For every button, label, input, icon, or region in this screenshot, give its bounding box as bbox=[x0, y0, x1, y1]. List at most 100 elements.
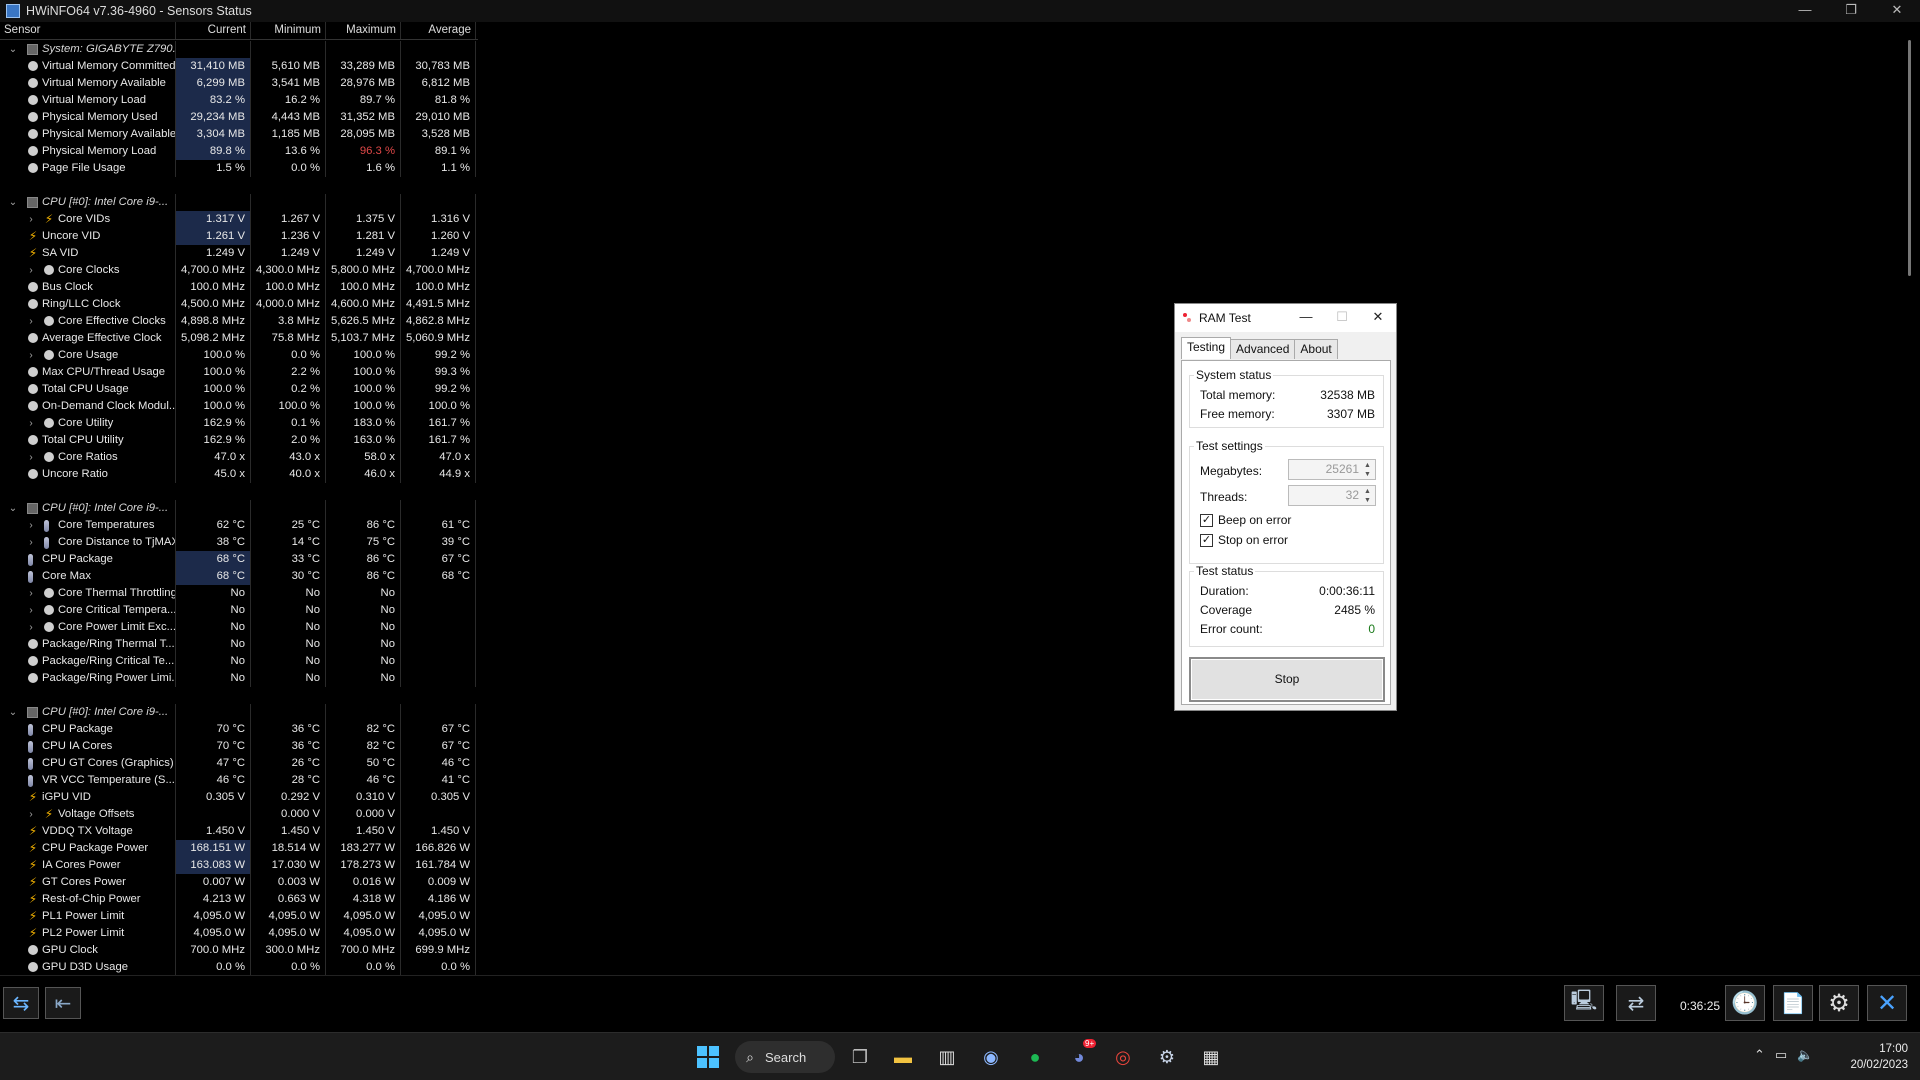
add-report-icon[interactable]: 📄 bbox=[1773, 985, 1813, 1021]
table-row[interactable]: › ⚡ Voltage Offsets 0.000 V 0.000 V bbox=[0, 806, 478, 823]
spinner-arrows-icon[interactable]: ▲ ▼ bbox=[1362, 487, 1373, 505]
start-windows-icon[interactable] bbox=[694, 1043, 722, 1071]
tab-testing[interactable]: Testing bbox=[1181, 337, 1232, 359]
chevron-right-icon[interactable]: › bbox=[26, 806, 36, 823]
hwinfo-taskbar-icon[interactable]: ▥ bbox=[933, 1043, 961, 1071]
table-row[interactable]: VR VCC Temperature (S... 46 °C 28 °C 46 °C 4… bbox=[0, 772, 478, 789]
table-row[interactable]: › Core Power Limit Exc... No No No bbox=[0, 619, 478, 636]
file-explorer-icon[interactable]: ▬ bbox=[889, 1043, 917, 1071]
chevron-down-icon[interactable]: ⌄ bbox=[8, 500, 18, 517]
close-button[interactable]: ✕ bbox=[1874, 0, 1920, 22]
table-row[interactable]: ⚡ Uncore VID 1.261 V 1.236 V 1.281 V 1.260 V bbox=[0, 228, 478, 245]
table-row[interactable]: ⚡ IA Cores Power 163.083 W 17.030 W 178.273 … bbox=[0, 857, 478, 874]
tab-about[interactable]: About bbox=[1294, 339, 1338, 359]
table-row[interactable]: ⚡ Rest-of-Chip Power 4.213 W 0.663 W 4.318 W… bbox=[0, 891, 478, 908]
table-row[interactable]: Physical Memory Used 29,234 MB 4,443 MB 31,… bbox=[0, 109, 478, 126]
table-row[interactable]: › Core Thermal Throttling No No No bbox=[0, 585, 478, 602]
table-row[interactable]: ⚡ CPU Package Power 168.151 W 18.514 W 183.2… bbox=[0, 840, 478, 857]
table-row[interactable]: On-Demand Clock Modul... 100.0 % 100.0 % 10… bbox=[0, 398, 478, 415]
table-row[interactable]: CPU GT Cores (Graphics) 47 °C 26 °C 50 °C 46… bbox=[0, 755, 478, 772]
table-row[interactable]: Bus Clock 100.0 MHz 100.0 MHz 100.0 MHz 100.… bbox=[0, 279, 478, 296]
table-row[interactable]: ⚡ SA VID 1.249 V 1.249 V 1.249 V 1.249 V bbox=[0, 245, 478, 262]
table-row[interactable]: Package/Ring Power Limi... No No No bbox=[0, 670, 478, 687]
sensors-table[interactable]: ⌄ System: GIGABYTE Z790... Virtual Memory … bbox=[0, 41, 478, 975]
table-row[interactable]: › Core Effective Clocks 4,898.8 MHz 3.8 MHz… bbox=[0, 313, 478, 330]
column-current[interactable]: Current bbox=[176, 22, 251, 39]
table-row[interactable]: Physical Memory Available 3,304 MB 1,185 M… bbox=[0, 126, 478, 143]
table-row[interactable]: › Core Temperatures 62 °C 25 °C 86 °C 61 °C bbox=[0, 517, 478, 534]
minimize-button[interactable]: — bbox=[1782, 0, 1828, 22]
chevron-right-icon[interactable]: › bbox=[26, 262, 36, 279]
sensor-group-header[interactable]: ⌄ CPU [#0]: Intel Core i9-... bbox=[0, 704, 478, 721]
table-row[interactable]: › Core Usage 100.0 % 0.0 % 100.0 % 99.2 % bbox=[0, 347, 478, 364]
table-row[interactable]: Core Max 68 °C 30 °C 86 °C 68 °C bbox=[0, 568, 478, 585]
network-icon[interactable]: ▭ bbox=[1775, 1047, 1787, 1063]
table-row[interactable]: GPU D3D Usage 0.0 % 0.0 % 0.0 % 0.0 % bbox=[0, 959, 478, 975]
taskbar-clock[interactable]: 17:00 20/02/2023 bbox=[1850, 1041, 1908, 1073]
table-row[interactable]: › Core Utility 162.9 % 0.1 % 183.0 % 161.7 % bbox=[0, 415, 478, 432]
discord-icon[interactable]: ◕ 9+ bbox=[1065, 1039, 1097, 1071]
table-row[interactable]: Virtual Memory Committed 31,410 MB 5,610 M… bbox=[0, 58, 478, 75]
arrows-left-right-icon[interactable]: ⇆ bbox=[3, 987, 39, 1019]
chevron-down-icon[interactable]: ⌄ bbox=[8, 704, 18, 721]
ramtest-taskbar-icon[interactable]: ▦ bbox=[1197, 1043, 1225, 1071]
megabytes-spinner[interactable]: 25261 ▲ ▼ bbox=[1288, 459, 1376, 480]
chevron-right-icon[interactable]: › bbox=[26, 415, 36, 432]
table-row[interactable]: Ring/LLC Clock 4,500.0 MHz 4,000.0 MHz 4,60… bbox=[0, 296, 478, 313]
table-row[interactable]: Package/Ring Thermal T... No No No bbox=[0, 636, 478, 653]
sensor-group-header[interactable]: ⌄ System: GIGABYTE Z790... bbox=[0, 41, 478, 58]
column-maximum[interactable]: Maximum bbox=[326, 22, 401, 39]
chevron-right-icon[interactable]: › bbox=[26, 449, 36, 466]
chevron-right-icon[interactable]: › bbox=[26, 585, 36, 602]
stop-on-error-checkbox[interactable]: ✓ Stop on error bbox=[1200, 533, 1288, 547]
spotify-icon[interactable]: ● bbox=[1021, 1043, 1049, 1071]
table-row[interactable]: Page File Usage 1.5 % 0.0 % 1.6 % 1.1 % bbox=[0, 160, 478, 177]
table-row[interactable]: Average Effective Clock 5,098.2 MHz 75.8 M… bbox=[0, 330, 478, 347]
taskbar-search[interactable]: ⌕ Search bbox=[735, 1041, 835, 1073]
computers-icon[interactable]: ⇄ bbox=[1616, 985, 1656, 1021]
chevron-right-icon[interactable]: › bbox=[26, 211, 36, 228]
table-row[interactable]: ⚡ VDDQ TX Voltage 1.450 V 1.450 V 1.450 V 1.4… bbox=[0, 823, 478, 840]
table-row[interactable]: ⚡ iGPU VID 0.305 V 0.292 V 0.310 V 0.305 V bbox=[0, 789, 478, 806]
chevron-right-icon[interactable]: › bbox=[26, 347, 36, 364]
volume-icon[interactable]: 🔈 bbox=[1797, 1047, 1813, 1063]
network-pc-icon[interactable]: 🖳 bbox=[1564, 985, 1604, 1021]
sensor-group-header[interactable]: ⌄ CPU [#0]: Intel Core i9-... bbox=[0, 500, 478, 517]
table-row[interactable]: › ⚡ Core VIDs 1.317 V 1.267 V 1.375 V 1.316 V bbox=[0, 211, 478, 228]
close-sensors-icon[interactable]: ✕ bbox=[1867, 985, 1907, 1021]
table-row[interactable]: › Core Ratios 47.0 x 43.0 x 58.0 x 47.0 x bbox=[0, 449, 478, 466]
chevron-up-icon[interactable]: ⌃ bbox=[1754, 1047, 1765, 1063]
table-row[interactable]: CPU IA Cores 70 °C 36 °C 82 °C 67 °C bbox=[0, 738, 478, 755]
chevron-right-icon[interactable]: › bbox=[26, 534, 36, 551]
chevron-right-icon[interactable]: › bbox=[26, 619, 36, 636]
threads-spinner[interactable]: 32 ▲ ▼ bbox=[1288, 485, 1376, 506]
arrows-collapse-icon[interactable]: ⇤ bbox=[45, 987, 81, 1019]
table-row[interactable]: ⚡ PL2 Power Limit 4,095.0 W 4,095.0 W 4,095.… bbox=[0, 925, 478, 942]
dialog-close-button[interactable]: ✕ bbox=[1360, 304, 1396, 332]
checkmark-icon[interactable]: ✓ bbox=[1200, 533, 1213, 547]
restore-button[interactable]: ❐ bbox=[1828, 0, 1874, 22]
table-row[interactable]: Max CPU/Thread Usage 100.0 % 2.2 % 100.0 % 9… bbox=[0, 364, 478, 381]
chevron-right-icon[interactable]: › bbox=[26, 517, 36, 534]
beep-on-error-checkbox[interactable]: ✓ Beep on error bbox=[1200, 513, 1291, 527]
task-view-icon[interactable]: ❐ bbox=[846, 1043, 874, 1071]
clock-icon[interactable]: 🕒 bbox=[1725, 985, 1765, 1021]
table-row[interactable]: › Core Distance to TjMAX 38 °C 14 °C 75 °C 39… bbox=[0, 534, 478, 551]
chevron-down-icon[interactable]: ⌄ bbox=[8, 194, 18, 211]
table-row[interactable]: ⚡ PL1 Power Limit 4,095.0 W 4,095.0 W 4,095.… bbox=[0, 908, 478, 925]
stop-button[interactable]: Stop bbox=[1189, 657, 1385, 702]
table-row[interactable]: Virtual Memory Available 6,299 MB 3,541 MB… bbox=[0, 75, 478, 92]
table-row[interactable]: Total CPU Utility 162.9 % 2.0 % 163.0 % 161.… bbox=[0, 432, 478, 449]
chevron-down-icon[interactable]: ⌄ bbox=[8, 41, 18, 58]
table-row[interactable]: Uncore Ratio 45.0 x 40.0 x 46.0 x 44.9 x bbox=[0, 466, 478, 483]
column-sensor[interactable]: Sensor bbox=[0, 22, 176, 39]
column-average[interactable]: Average bbox=[401, 22, 476, 39]
table-row[interactable]: GPU Clock 700.0 MHz 300.0 MHz 700.0 MHz 699.… bbox=[0, 942, 478, 959]
app-circle-icon[interactable]: ◉ bbox=[977, 1043, 1005, 1071]
vertical-scrollbar[interactable] bbox=[1908, 40, 1911, 276]
steam-icon[interactable]: ⚙ bbox=[1153, 1043, 1181, 1071]
column-minimum[interactable]: Minimum bbox=[251, 22, 326, 39]
chevron-right-icon[interactable]: › bbox=[26, 602, 36, 619]
checkmark-icon[interactable]: ✓ bbox=[1200, 513, 1213, 527]
table-row[interactable]: CPU Package 68 °C 33 °C 86 °C 67 °C bbox=[0, 551, 478, 568]
